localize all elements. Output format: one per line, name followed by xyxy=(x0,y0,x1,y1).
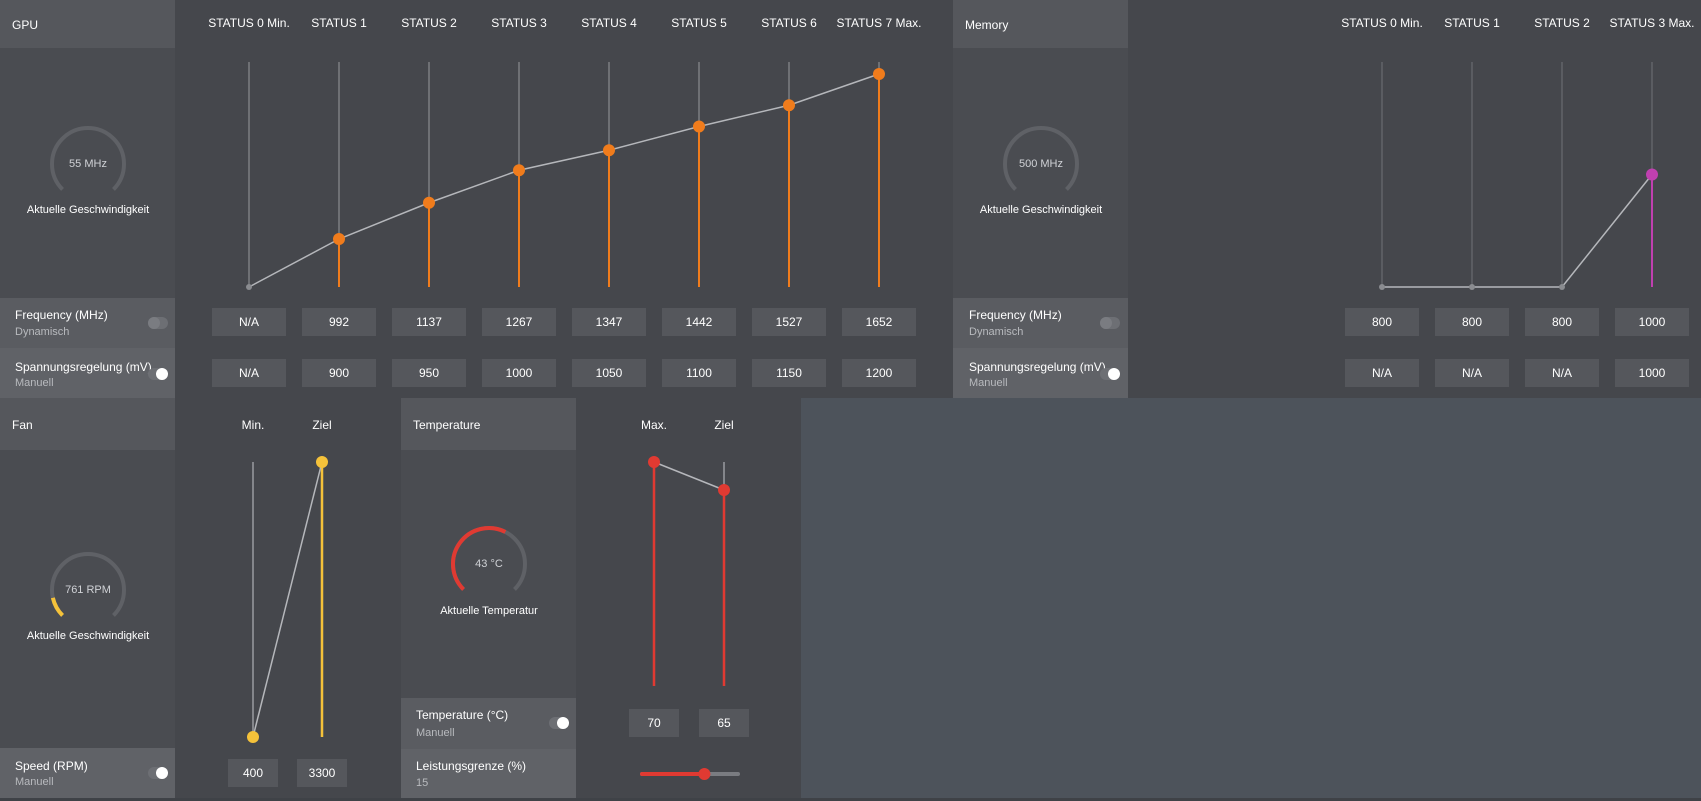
memory-frequency-toggle[interactable] xyxy=(1100,317,1120,329)
temperature-target-value[interactable]: 65 xyxy=(699,709,749,737)
memory-voltage-value-box[interactable]: 1000 xyxy=(1615,359,1689,387)
slider-thumb xyxy=(698,768,711,780)
memory-voltage-value-box[interactable]: N/A xyxy=(1345,359,1419,387)
memory-voltage-label: Spannungsregelung (mV) xyxy=(969,360,1106,374)
power-limit-row xyxy=(401,749,576,801)
power-limit-label: Leistungsgrenze (%) xyxy=(416,759,527,773)
gpu-frequency-value-box[interactable]: 1652 xyxy=(842,308,916,336)
memory-frequency-value-box[interactable]: 800 xyxy=(1345,308,1419,336)
memory-state-point xyxy=(1379,284,1385,290)
temperature-curve-line xyxy=(653,461,725,491)
power-limit-value: 15 xyxy=(416,777,429,789)
memory-curve-line xyxy=(1382,174,1653,288)
memory-state-point xyxy=(1469,284,1475,290)
power-limit-slider[interactable] xyxy=(640,768,740,780)
memory-frequency-value-box[interactable]: 800 xyxy=(1525,308,1599,336)
memory-frequency-value-box[interactable]: 1000 xyxy=(1615,308,1689,336)
memory-voltage-mode: Manuell xyxy=(969,377,1008,389)
memory-state-point xyxy=(1559,284,1565,290)
temperature-toggle[interactable] xyxy=(549,717,569,729)
gpu-voltage-value-box[interactable]: 1200 xyxy=(842,359,916,387)
temperature-curve-chart[interactable] xyxy=(0,0,801,801)
memory-state-point xyxy=(1646,168,1658,181)
memory-voltage-toggle[interactable] xyxy=(1100,368,1120,380)
memory-voltage-value-box[interactable]: N/A xyxy=(1435,359,1509,387)
temperature-curve-point xyxy=(718,484,730,496)
memory-frequency-mode: Dynamisch xyxy=(969,326,1024,338)
temperature-mode: Manuell xyxy=(416,727,455,739)
temperature-label: Temperature (°C) xyxy=(416,708,509,722)
temperature-curve-point xyxy=(648,456,660,468)
temperature-max-value[interactable]: 70 xyxy=(629,709,679,737)
memory-voltage-value-box[interactable]: N/A xyxy=(1525,359,1599,387)
memory-frequency-label: Frequency (MHz) xyxy=(969,308,1062,322)
memory-frequency-value-box[interactable]: 800 xyxy=(1435,308,1509,336)
